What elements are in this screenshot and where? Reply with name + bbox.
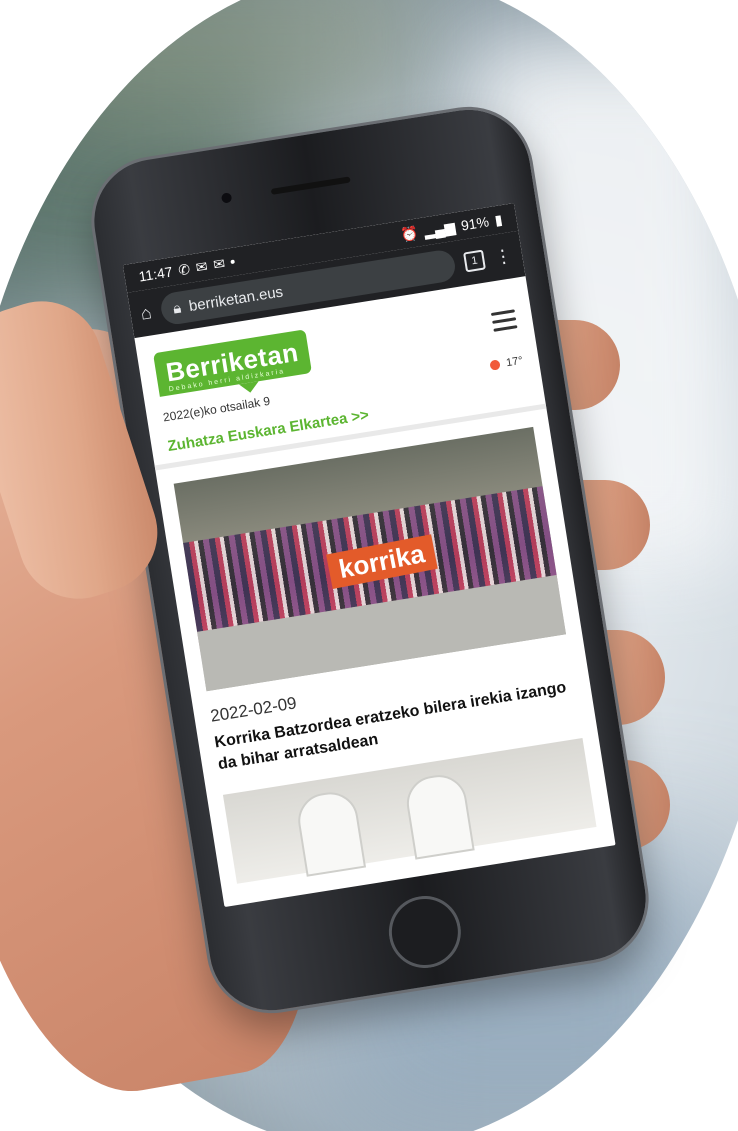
home-icon[interactable]: ⌂ [139,302,153,323]
front-camera [220,192,233,204]
more-menu-icon[interactable]: ⋮ [493,245,514,268]
temperature: 17° [505,354,524,370]
gmail-icon: ✉ [194,257,209,276]
earpiece-speaker [270,176,351,195]
gmail-icon: ✉ [212,254,227,273]
phone-screen: 11:47 ✆ ✉ ✉ ⏰ ▂▄▆ 91% ▮ ⌂ 🔒︎ berriketan.… [122,203,616,908]
whatsapp-icon: ✆ [177,260,192,278]
alarm-icon: ⏰ [399,224,420,243]
lock-icon: 🔒︎ [171,299,183,318]
tab-switcher-button[interactable]: 1 [463,249,486,273]
signal-icon: ▂▄▆ [422,218,457,239]
article-card[interactable]: korrika 2022-02-09 Korrika Batzordea era… [155,409,615,903]
photo-scene: 11:47 ✆ ✉ ✉ ⏰ ▂▄▆ 91% ▮ ⌂ 🔒︎ berriketan.… [0,0,738,1131]
sun-icon [489,359,502,371]
status-time: 11:47 [137,263,174,285]
menu-icon[interactable] [490,308,518,332]
notification-dot-icon [230,259,236,265]
url-text: berriketan.eus [187,282,285,315]
battery-level: 91% [459,213,491,234]
article-image[interactable]: korrika [173,426,567,692]
battery-icon: ▮ [493,210,504,228]
home-button[interactable] [383,890,467,974]
